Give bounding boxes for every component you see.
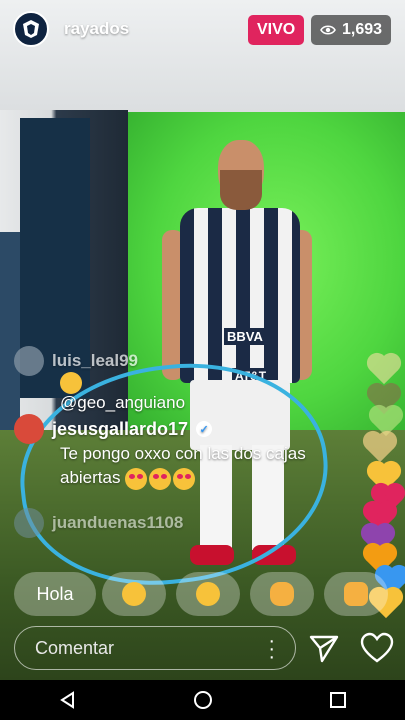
heart-icon [369, 355, 399, 385]
live-video[interactable]: BBVA AT&T luis_leal99 @geo_anguiano jesu… [0, 0, 405, 680]
heart-eyes-face-icon [173, 467, 196, 490]
waving-hand-icon [270, 582, 294, 606]
system-nav-bar [0, 680, 405, 720]
comment-username[interactable]: luis_leal99 [52, 351, 138, 371]
heart-eyes-face-icon [196, 582, 220, 606]
comment-username[interactable]: jesusgallardo17 [52, 419, 188, 440]
heart-like-icon[interactable] [360, 632, 394, 664]
viewer-count-badge[interactable]: 1,693 [311, 15, 392, 45]
comment-avatar [14, 346, 44, 376]
comment-row[interactable]: luis_leal99 [14, 346, 138, 376]
recents-button[interactable] [323, 685, 353, 715]
back-triangle-icon [59, 691, 74, 709]
comment-composer[interactable]: ··· [14, 626, 296, 670]
send-icon[interactable] [308, 632, 340, 664]
heart-eyes-face-icon [149, 467, 172, 490]
comment-avatar [14, 508, 44, 538]
comment-text: Te pongo oxxo con las dos cajas abiertas [60, 442, 320, 490]
quick-reply-heart-eyes[interactable] [176, 572, 240, 616]
viewer-count: 1,693 [342, 21, 383, 38]
quick-reply-thumbs-up[interactable] [324, 572, 388, 616]
smile-emoji-icon [60, 372, 82, 394]
jersey: BBVA AT&T [180, 208, 300, 384]
back-button[interactable] [53, 685, 83, 715]
comment-avatar [14, 414, 44, 444]
more-options-icon[interactable]: · · · [268, 631, 275, 667]
heart-eyes-face-icon [125, 467, 148, 490]
recents-square-icon [329, 692, 346, 708]
wall-panel-light [0, 232, 20, 432]
verified-badge-icon: ✓ [196, 421, 213, 437]
comment-username[interactable]: juanduenas1108 [52, 513, 183, 533]
comment-row[interactable]: jesusgallardo17 ✓ [14, 414, 213, 444]
jersey-sponsor-logo: BBVA [224, 328, 266, 345]
live-badge: VIVO [248, 15, 305, 45]
thumbs-up-icon [344, 582, 368, 606]
comment-username[interactable]: @geo_anguiano [60, 393, 185, 413]
grinning-face-icon [122, 582, 146, 606]
comment-input[interactable] [33, 637, 267, 660]
account-name[interactable]: rayados [64, 19, 129, 39]
account-avatar[interactable] [13, 11, 49, 47]
heart-eyes-emoji-group [125, 467, 196, 490]
home-button[interactable] [188, 685, 218, 715]
quick-reply-wave[interactable] [250, 572, 314, 616]
home-circle-icon [193, 691, 212, 709]
eye-icon [320, 25, 336, 35]
quick-reply-hola[interactable]: Hola [14, 572, 96, 616]
comment-row[interactable]: juanduenas1108 [14, 508, 183, 538]
club-crest-icon [23, 20, 39, 38]
heart-icon [365, 433, 395, 463]
quick-reply-grin[interactable] [102, 572, 166, 616]
live-header: rayados VIVO 1,693 [0, 0, 405, 58]
